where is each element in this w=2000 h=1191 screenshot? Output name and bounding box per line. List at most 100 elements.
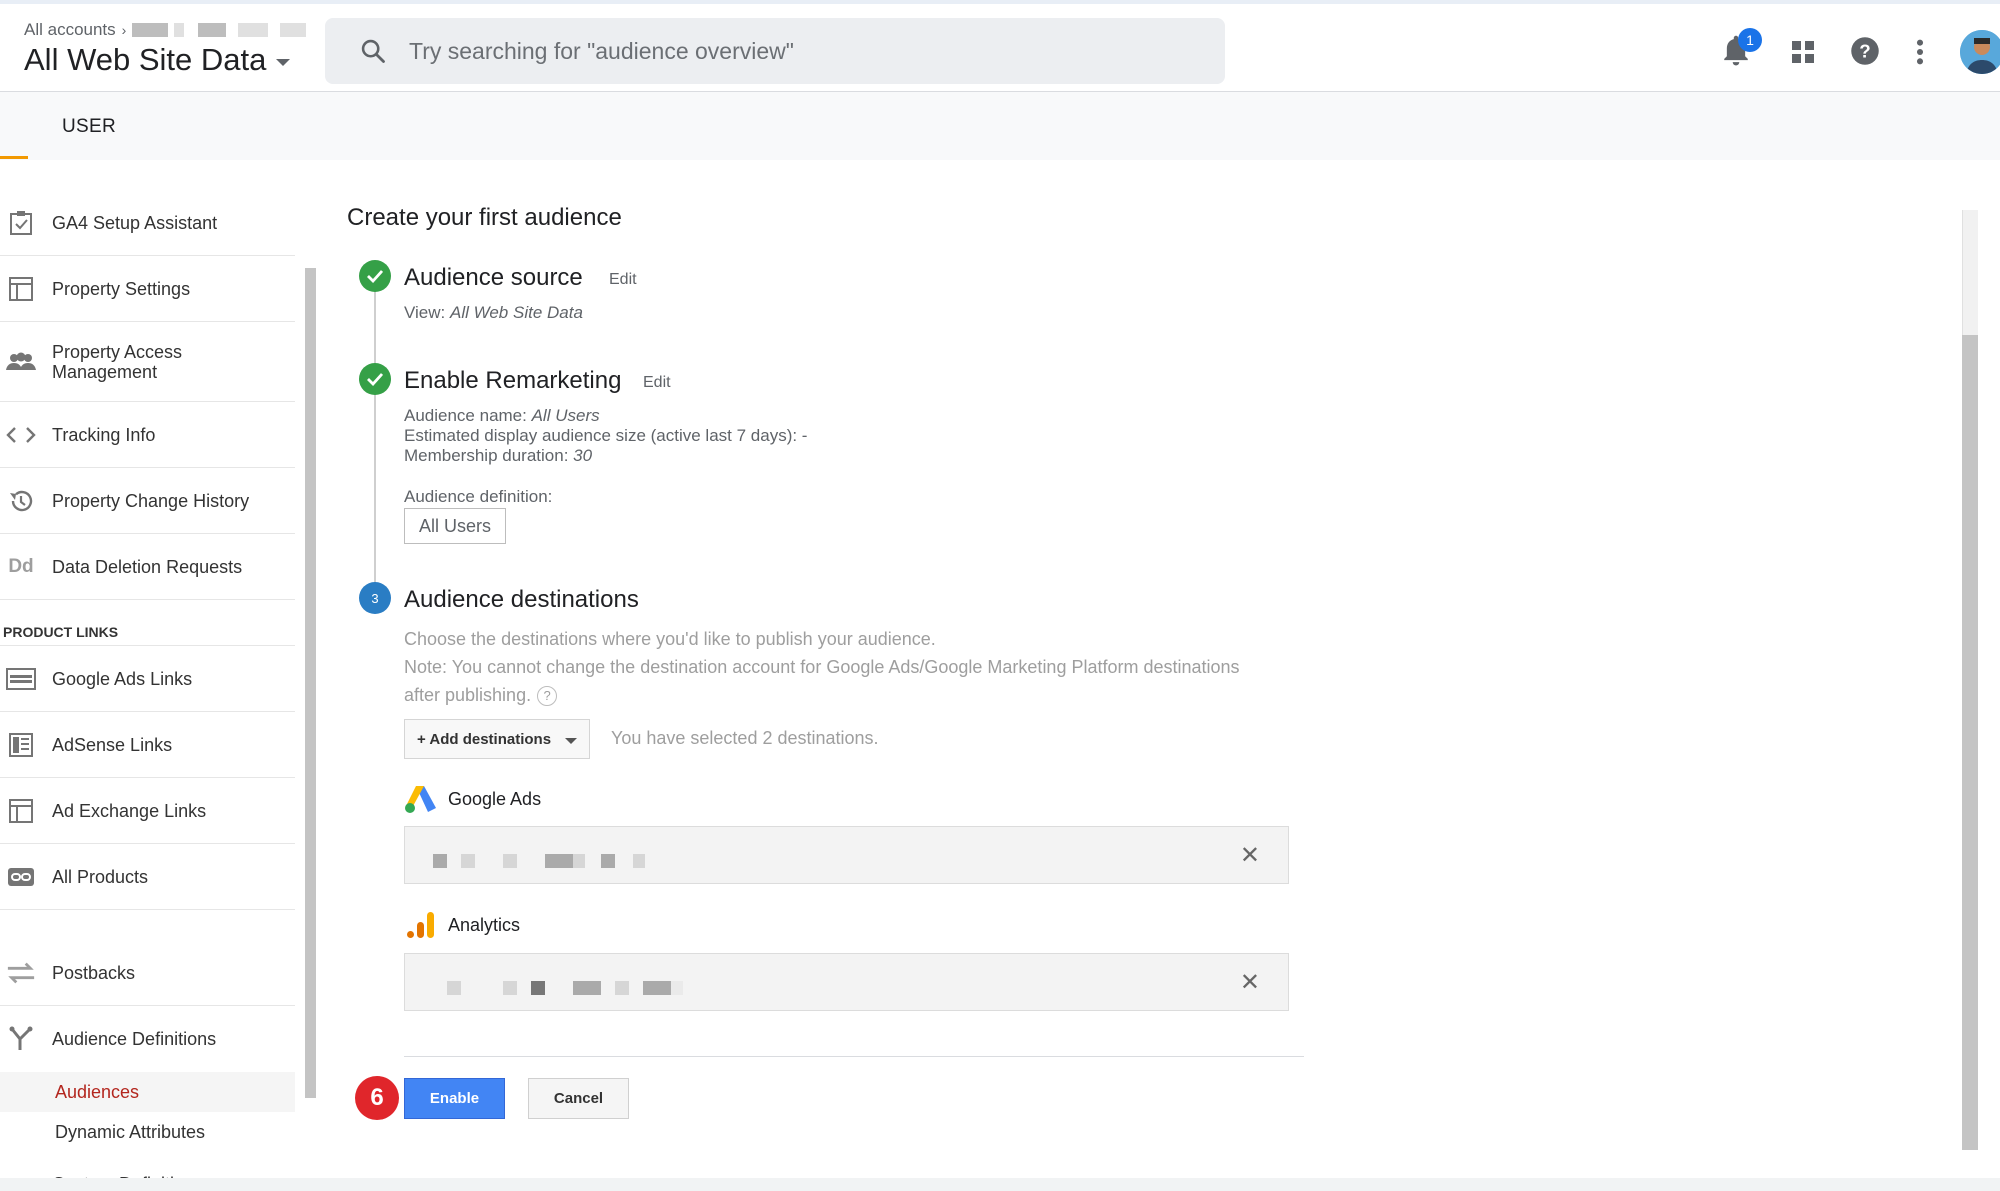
- sidebar-item-tracking-info[interactable]: Tracking Info: [0, 402, 295, 468]
- google-ads-logo-icon: [405, 786, 436, 813]
- destination-google-ads: Google Ads: [404, 784, 541, 814]
- step-audience-source-title: Audience source: [404, 264, 583, 291]
- sidebar-item-ad-exchange-links[interactable]: Ad Exchange Links: [0, 778, 295, 844]
- chevron-right-icon: ›: [121, 22, 127, 38]
- redacted-property-name: [280, 23, 307, 37]
- redacted-account-id: [573, 854, 585, 868]
- duration-prefix: Membership duration:: [404, 446, 574, 465]
- avatar[interactable]: [1960, 30, 2000, 74]
- cancel-button[interactable]: Cancel: [528, 1078, 629, 1119]
- step-marker-badge: 6: [355, 1076, 399, 1120]
- sidebar-scrollbar[interactable]: [305, 268, 316, 1098]
- step-audience-destinations-title: Audience destinations: [404, 586, 639, 613]
- step-enable-remarketing-title: Enable Remarketing: [404, 367, 622, 394]
- sidebar-item-label: Tracking Info: [52, 424, 156, 445]
- sidebar-item-label: All Products: [52, 866, 149, 887]
- svg-text:?: ?: [1859, 40, 1870, 61]
- destination-name: Google Ads: [448, 788, 542, 809]
- destination-name: Analytics: [448, 914, 521, 935]
- help-circle-icon[interactable]: ?: [537, 686, 558, 707]
- audience-definition-value: All Users: [404, 508, 506, 544]
- view-prefix: View:: [404, 303, 450, 322]
- step-complete-check-icon: [359, 363, 391, 395]
- search-icon: [361, 39, 385, 63]
- redacted-account-id: [573, 981, 601, 995]
- avatar-image: [1960, 30, 2000, 74]
- destinations-desc-line2: Note: You cannot change the destination …: [404, 657, 1240, 677]
- selected-destinations-text: You have selected 2 destinations.: [611, 728, 879, 748]
- destinations-desc-line3: after publishing.: [404, 685, 532, 705]
- audience-source-edit-link[interactable]: Edit: [609, 271, 637, 289]
- destinations-desc-line1: Choose the destinations where you'd like…: [404, 629, 936, 649]
- ad-exchange-icon: [6, 796, 36, 826]
- sidebar-item-property-change-history[interactable]: Property Change History: [0, 468, 295, 534]
- sidebar-subitem-dynamic-attributes[interactable]: Dynamic Attributes: [0, 1112, 295, 1152]
- postbacks-icon: [6, 958, 36, 988]
- apps-grid-icon[interactable]: [1791, 40, 1815, 64]
- sidebar-subitem-audiences[interactable]: Audiences: [0, 1072, 295, 1112]
- enable-remarketing-edit-link[interactable]: Edit: [643, 374, 671, 392]
- step-complete-check-icon: [359, 260, 391, 292]
- search-input[interactable]: [409, 37, 1189, 65]
- sidebar-item-label: AdSense Links: [52, 734, 173, 755]
- caret-down-icon[interactable]: [276, 58, 291, 66]
- remove-destination-icon[interactable]: ✕: [1240, 841, 1260, 870]
- sidebar-item-label: Audience Definitions: [52, 1029, 217, 1049]
- redacted-account-name: [174, 23, 185, 37]
- sidebar-item-property-settings[interactable]: Property Settings: [0, 256, 295, 322]
- remove-destination-icon[interactable]: ✕: [1240, 968, 1260, 997]
- view-selector[interactable]: All Web Site Data: [24, 42, 291, 78]
- sidebar-item-label: GA4 Setup Assistant: [52, 212, 218, 233]
- footer-divider: [404, 1056, 1304, 1057]
- redacted-account-id: [531, 981, 545, 995]
- bottom-strip: [0, 1178, 2000, 1191]
- sidebar-item-label: Property Settings: [52, 278, 191, 299]
- sidebar-item-ga4-setup-assistant[interactable]: GA4 Setup Assistant: [0, 190, 295, 256]
- redacted-account-id: [545, 854, 573, 868]
- view-name[interactable]: All Web Site Data: [24, 42, 266, 78]
- help-icon[interactable]: ?: [1850, 36, 1880, 66]
- breadcrumb-all-accounts[interactable]: All accounts: [24, 20, 116, 40]
- redacted-account-id: [671, 981, 683, 995]
- remarketing-details: Audience name: All Users Estimated displ…: [404, 406, 807, 466]
- analytics-account-field: ✕: [404, 953, 1289, 1011]
- adsense-icon: [6, 730, 36, 760]
- sidebar-item-data-deletion-requests[interactable]: Dd Data Deletion Requests: [0, 534, 295, 600]
- redacted-account-id: [461, 854, 475, 868]
- sidebar-item-label: Google Ads Links: [52, 668, 193, 689]
- tab-user[interactable]: USER: [62, 116, 116, 138]
- sidebar-item-label: Property Access Management: [52, 341, 183, 382]
- audience-fork-icon: [6, 1024, 36, 1054]
- dropdown-arrow-icon: [565, 738, 577, 744]
- sub-header: USER: [0, 92, 2000, 160]
- breadcrumb[interactable]: All accounts ›: [24, 20, 307, 40]
- audience-source-view: View: All Web Site Data: [404, 303, 583, 323]
- tab-indicator: [0, 156, 28, 159]
- redacted-account-id: [643, 981, 671, 995]
- sidebar-item-google-ads-links[interactable]: Google Ads Links: [0, 646, 295, 712]
- analytics-logo-icon: [407, 912, 434, 938]
- sidebar-item-postbacks[interactable]: Postbacks: [0, 940, 295, 1006]
- code-brackets-icon: [6, 420, 36, 450]
- redacted-account-id: [503, 854, 517, 868]
- checklist-icon: [6, 208, 36, 238]
- sidebar-item-adsense-links[interactable]: AdSense Links: [0, 712, 295, 778]
- enable-button[interactable]: Enable: [404, 1078, 505, 1119]
- sidebar-item-audience-definitions[interactable]: Audience Definitions: [0, 1006, 295, 1072]
- google-ads-account-field: ✕: [404, 826, 1289, 884]
- sidebar-item-label: Property Change History: [52, 490, 250, 511]
- notification-badge: 1: [1738, 28, 1762, 52]
- layout-icon: [6, 274, 36, 304]
- add-destinations-button[interactable]: + Add destinations: [404, 719, 590, 759]
- add-destinations-label: + Add destinations: [417, 730, 552, 748]
- sidebar-item-property-access-management[interactable]: Property Access Management: [0, 322, 295, 402]
- step-number-badge: 3: [359, 582, 391, 614]
- sidebar-item-all-products[interactable]: All Products: [0, 844, 295, 910]
- page-title: Create your first audience: [347, 204, 622, 231]
- destinations-description: Choose the destinations where you'd like…: [404, 625, 1304, 709]
- more-vert-icon[interactable]: [1912, 38, 1928, 66]
- main-scrollbar-thumb[interactable]: [1962, 335, 1978, 1150]
- search-bar[interactable]: [325, 18, 1225, 84]
- audience-name-value: All Users: [531, 406, 600, 425]
